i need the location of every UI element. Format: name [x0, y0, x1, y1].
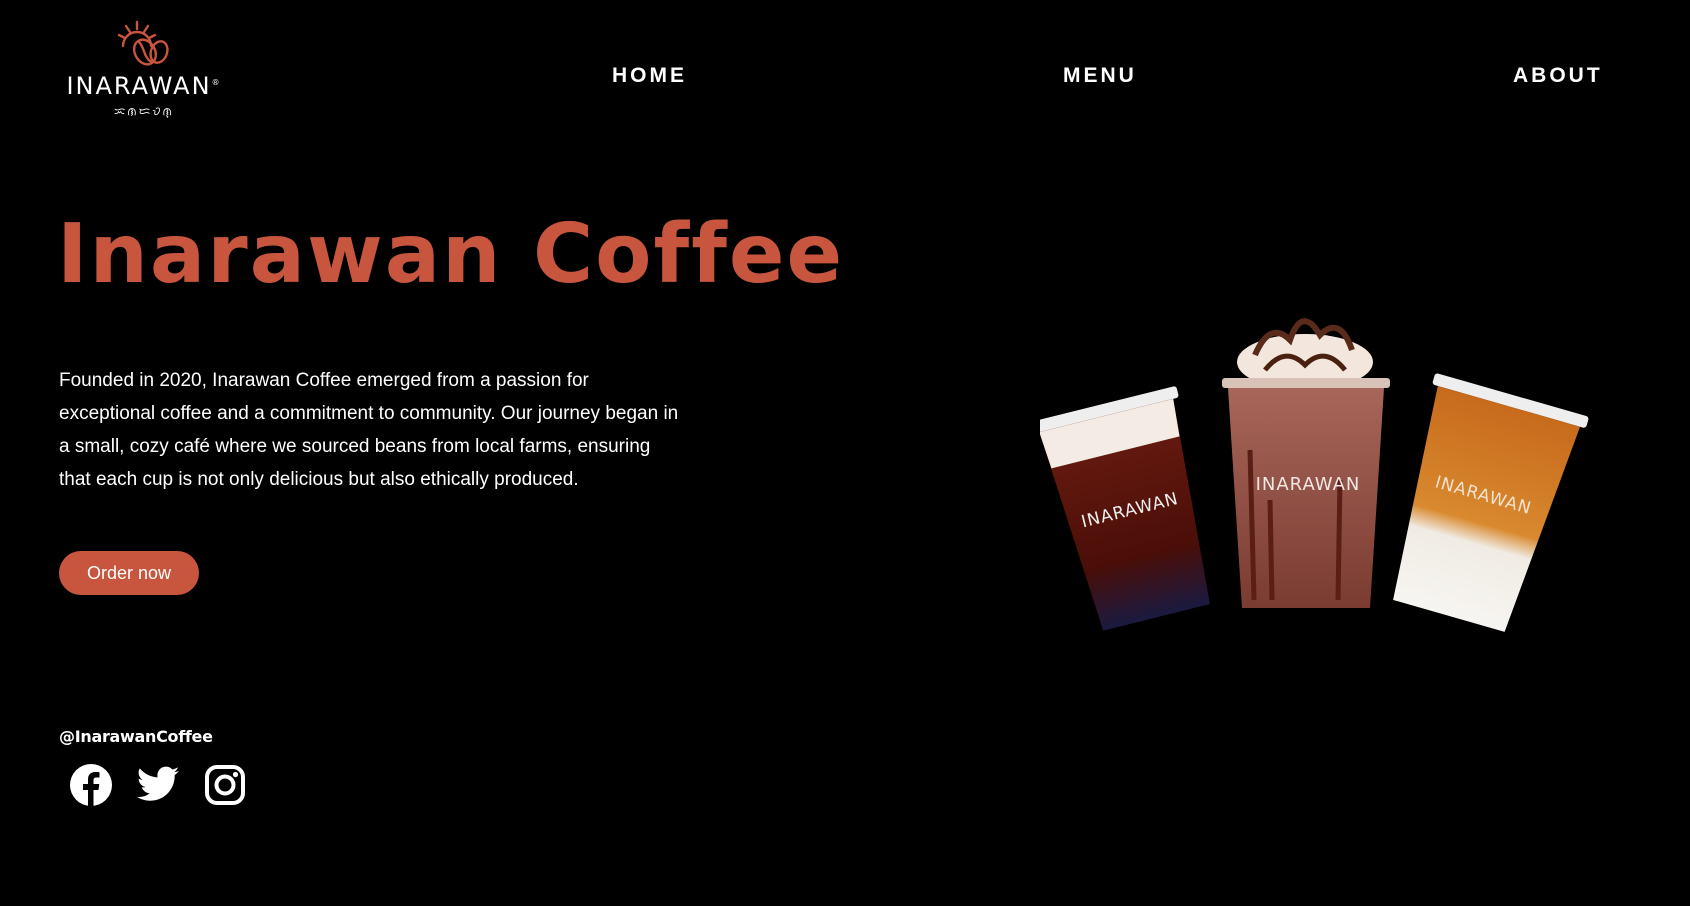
sun-coffee-bean-icon: [117, 20, 169, 66]
instagram-icon[interactable]: [202, 762, 248, 808]
order-now-button[interactable]: Order now: [59, 551, 199, 595]
cup-label: INARAWAN: [1256, 474, 1361, 495]
iced-latte-cup: INARAWAN: [1393, 373, 1589, 632]
frappe-cup: INARAWAN: [1222, 318, 1390, 608]
brand-logo[interactable]: INARAWAN® ᜁᜈᜇᜏᜈ᜔: [58, 20, 230, 124]
facebook-icon[interactable]: [68, 762, 114, 808]
brand-name: INARAWAN®: [66, 72, 222, 100]
drinks-product-image: INARAWAN INARAWAN INARAWAN: [1040, 318, 1589, 632]
nav-about-link[interactable]: ABOUT: [1513, 64, 1603, 88]
twitter-icon[interactable]: [135, 762, 181, 808]
brand-subtitle: ᜁᜈᜇᜏᜈ᜔: [114, 106, 174, 118]
hero-description: Founded in 2020, Inarawan Coffee emerged…: [59, 370, 679, 490]
nav-home-link[interactable]: HOME: [612, 64, 687, 88]
cold-brew-cup: INARAWAN: [1040, 386, 1210, 631]
social-handle: @InarawanCoffee: [59, 727, 213, 746]
landing-page: INARAWAN® ᜁᜈᜇᜏᜈ᜔ HOME MENU ABOUT Inarawa…: [0, 0, 1690, 906]
nav-menu-link[interactable]: MENU: [1063, 64, 1137, 88]
hero-title: Inarawan Coffee: [57, 207, 845, 302]
